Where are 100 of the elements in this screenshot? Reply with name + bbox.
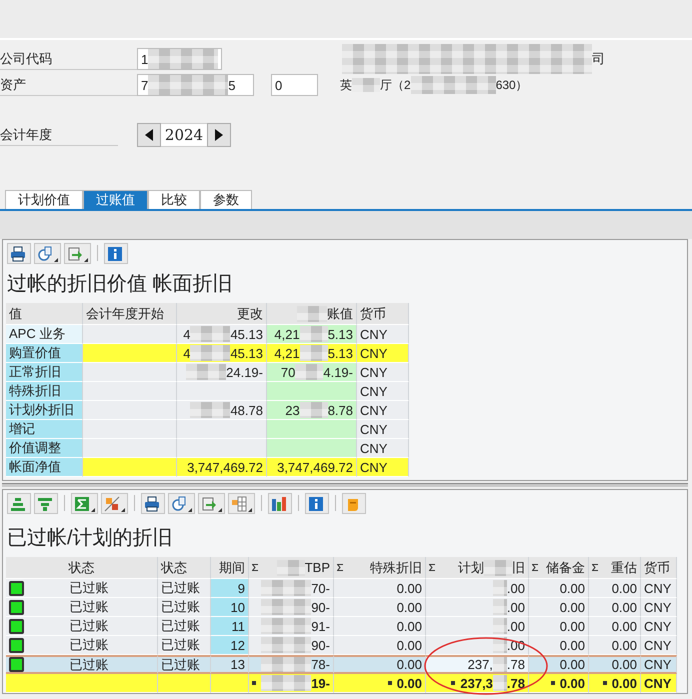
chart-button[interactable]: [268, 492, 292, 514]
status-text: 已过账: [68, 598, 110, 616]
previous-year-button[interactable]: [137, 123, 161, 147]
table-cell: 已过账: [158, 598, 211, 618]
caret-icon: [84, 258, 88, 262]
view-button[interactable]: [34, 242, 61, 264]
table-cell: CNY: [357, 458, 409, 477]
table-cell: CNY: [641, 579, 677, 598]
cell-text: 计划: [458, 558, 484, 577]
table-cell: CNY: [641, 655, 677, 674]
table-cell: 已过账: [158, 617, 211, 636]
right-arrow-icon: [215, 129, 223, 141]
table-cell: 已过账: [158, 655, 211, 674]
table-cell: 9: [211, 579, 249, 598]
cell-text: 0.00: [560, 580, 585, 596]
table-cell: 购置价值: [6, 344, 83, 363]
cell-text: 91-: [311, 618, 330, 634]
left-arrow-icon: [145, 129, 153, 141]
table-cell: 增记: [6, 420, 83, 439]
table-cell: 货币: [357, 303, 409, 325]
splitter[interactable]: [2, 483, 688, 488]
table-cell: CNY: [357, 401, 409, 420]
year-field[interactable]: 2024: [161, 123, 207, 147]
next-year-button[interactable]: [207, 123, 231, 147]
table-cell: 特殊折旧: [6, 382, 83, 401]
table-cell: CNY: [357, 363, 409, 382]
cell-text: 账值: [327, 304, 353, 322]
cell-text: 0.00: [560, 676, 585, 691]
cell-text: 旧: [512, 558, 525, 577]
pixelated-area: [484, 560, 512, 576]
description-text: 厅（2: [380, 76, 411, 94]
print-button[interactable]: [141, 492, 165, 514]
sum-button[interactable]: [71, 492, 98, 514]
pixelated-area: [352, 78, 380, 92]
table-cell: 状态: [6, 557, 158, 580]
layout-button[interactable]: [228, 492, 255, 514]
sort-ascending-icon: [10, 496, 26, 512]
table-cell: 期间: [211, 557, 249, 580]
cell-text: 70-: [311, 580, 330, 596]
export-button[interactable]: [198, 492, 225, 514]
input-field[interactable]: 7 5: [137, 74, 254, 96]
cell-text: 0.00: [612, 657, 637, 672]
print-button[interactable]: [7, 242, 31, 264]
view-icon: [37, 246, 53, 262]
field-value: 5: [228, 78, 236, 92]
caret-icon: [188, 508, 192, 512]
sort-button[interactable]: [7, 492, 31, 514]
printer-icon: [10, 246, 26, 262]
cell-text: 90-: [311, 600, 330, 615]
cell-text: 4,21: [274, 326, 300, 342]
total-marker-icon: [602, 681, 607, 686]
table-cell: CNY: [641, 617, 677, 636]
table-title: 过帐的折旧价值 帐面折旧: [6, 272, 234, 297]
view-icon: [171, 496, 187, 512]
cell-text: TBP: [304, 560, 330, 576]
cell-text: 24.19-: [226, 364, 263, 380]
input-field[interactable]: 1: [137, 48, 222, 70]
cell-text: .78: [506, 676, 525, 691]
cell-text: 储备金: [546, 558, 585, 577]
total-cell: CNY: [641, 674, 677, 694]
cell-text: 0.00: [560, 657, 585, 672]
pixelated-area: [297, 306, 327, 322]
table-cell: 10: [211, 598, 249, 618]
info-button[interactable]: [104, 242, 128, 264]
table-cell: 计划外折旧: [6, 401, 83, 420]
table-cell: 13: [211, 655, 249, 674]
tab[interactable]: 过账值: [83, 190, 148, 209]
table-cell: 已过账: [158, 636, 211, 656]
cell-text: 0.00: [396, 657, 422, 672]
caret-icon: [54, 258, 58, 262]
total-row-cell: [158, 674, 211, 694]
cell-text: 0.00: [396, 600, 422, 615]
filter-button[interactable]: [34, 492, 58, 514]
input-field[interactable]: 0: [271, 74, 318, 96]
tab[interactable]: 比较: [148, 190, 200, 209]
table-cell: CNY: [357, 325, 409, 344]
bar-chart-icon: [271, 496, 287, 512]
view-button[interactable]: [168, 492, 195, 514]
pixelated-area: [261, 657, 312, 672]
caret-icon: [121, 508, 125, 512]
tab[interactable]: 参数: [200, 190, 252, 209]
tab[interactable]: 计划价值: [5, 190, 83, 209]
table-cell: CNY: [641, 598, 677, 618]
cell-text: 19-: [311, 676, 330, 691]
cell-text: 0.00: [560, 600, 585, 615]
cell-text: 0.00: [612, 600, 637, 615]
cell-text: 8.78: [328, 402, 353, 418]
total-marker-icon: [388, 681, 392, 686]
cell-text: 70: [280, 364, 296, 380]
table-cell: 已过账: [158, 579, 211, 598]
table-cell: 11: [211, 617, 249, 636]
table-cell: 3,747,469.72: [267, 458, 357, 477]
export-button[interactable]: [64, 242, 91, 264]
subtotal-button[interactable]: [101, 492, 128, 514]
cell-text: 4: [183, 346, 190, 360]
cell-text: 0.00: [612, 580, 637, 596]
cell-text: 23: [285, 402, 300, 418]
export-icon: [67, 246, 83, 262]
info-button[interactable]: [305, 492, 329, 514]
cell-text: .78: [506, 657, 525, 672]
